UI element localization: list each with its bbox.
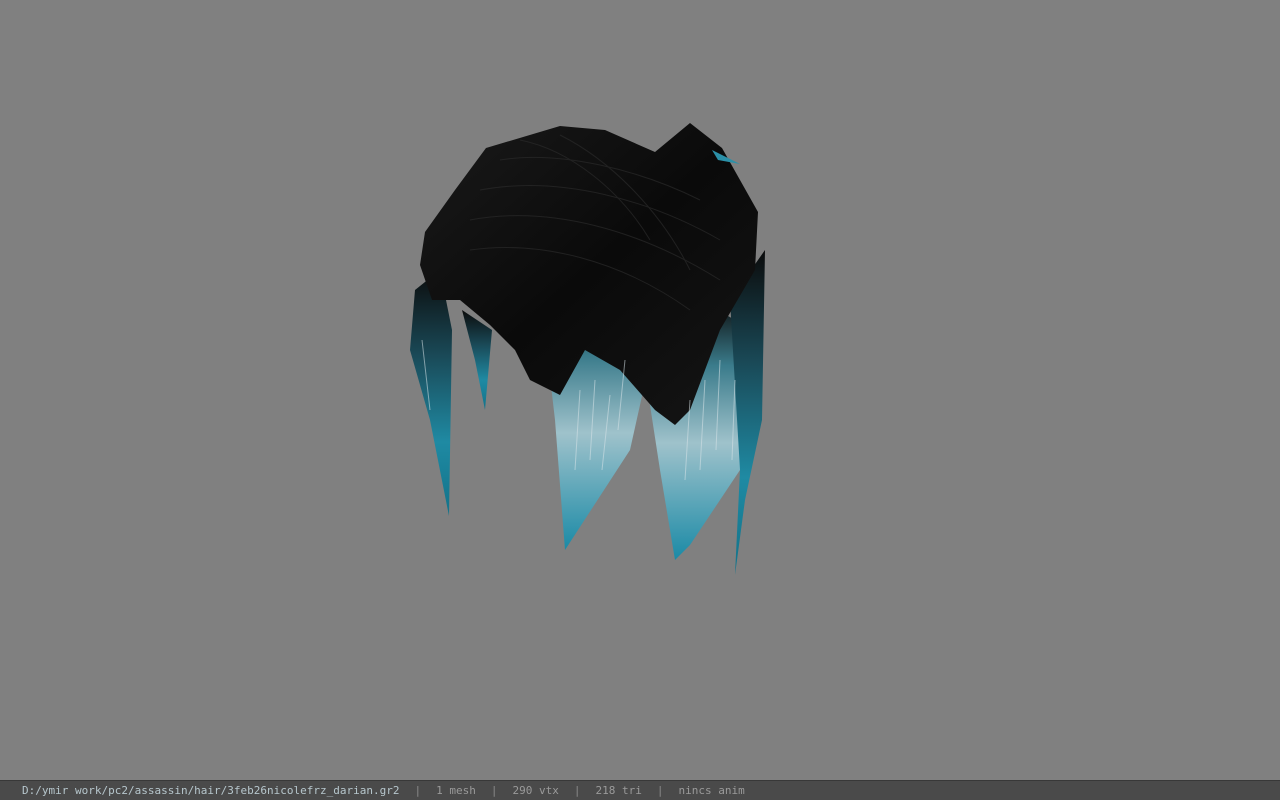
- hair-strand: [410, 270, 452, 516]
- file-path: D:/ymir work/pc2/assassin/hair/3feb26nic…: [22, 784, 400, 797]
- separator: |: [573, 784, 581, 797]
- status-bar: D:/ymir work/pc2/assassin/hair/3feb26nic…: [0, 780, 1280, 800]
- triangle-count: 218 tri: [595, 784, 642, 797]
- separator: |: [414, 784, 422, 797]
- separator: |: [490, 784, 498, 797]
- separator: |: [656, 784, 664, 797]
- animation-status: nincs anim: [678, 784, 745, 797]
- 3d-viewport[interactable]: [0, 0, 1280, 780]
- hair-model: [410, 123, 765, 575]
- mesh-count: 1 mesh: [436, 784, 476, 797]
- vertex-count: 290 vtx: [512, 784, 559, 797]
- hair-strand: [462, 310, 492, 410]
